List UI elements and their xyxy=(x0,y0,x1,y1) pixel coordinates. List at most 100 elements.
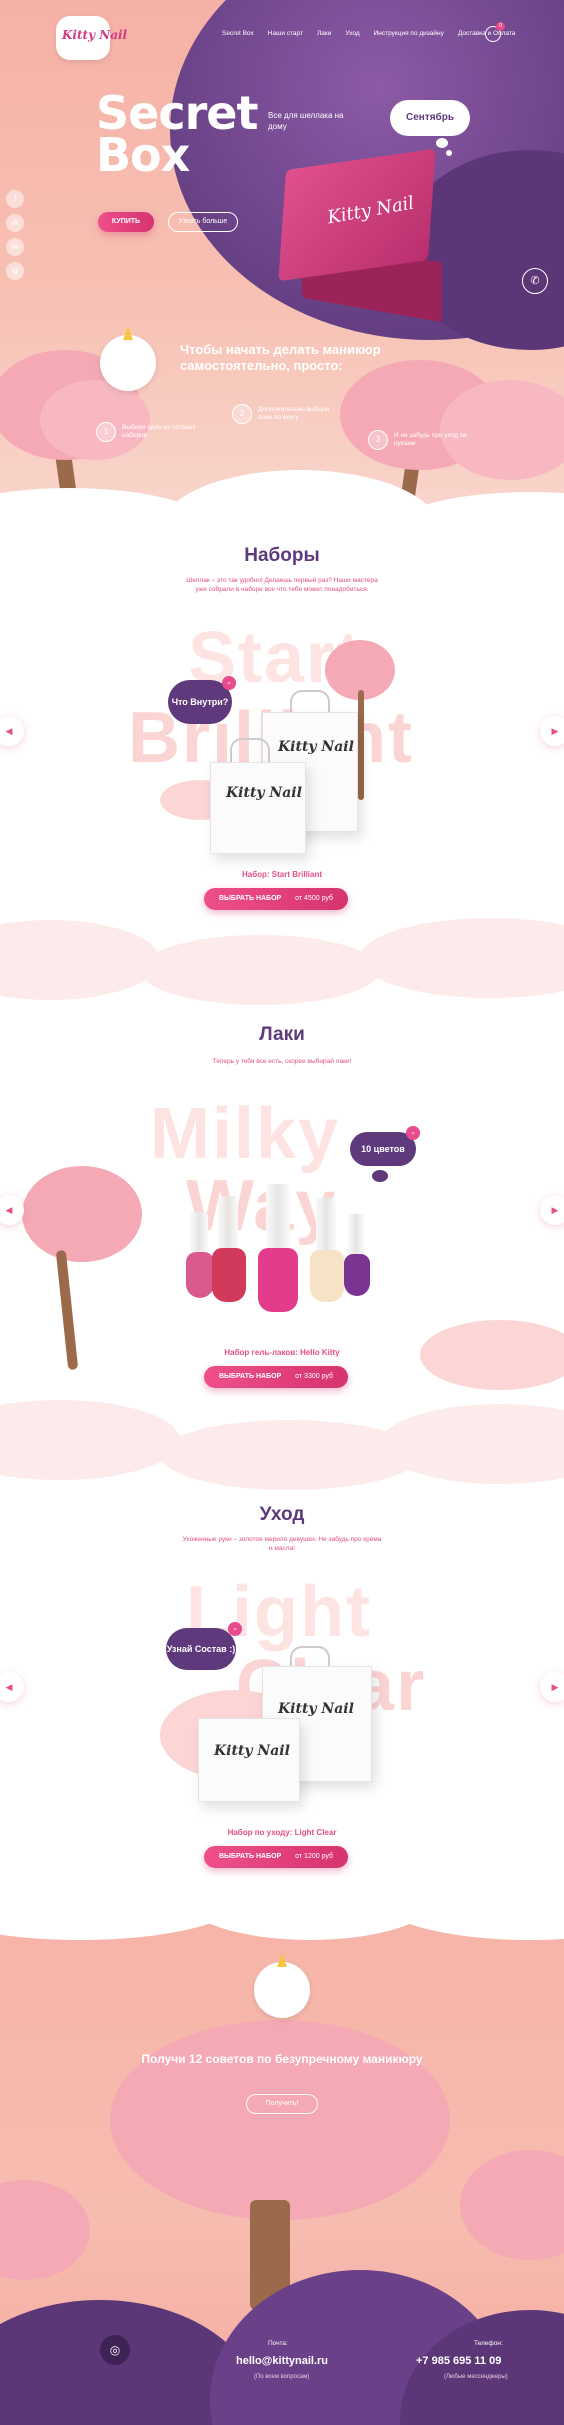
care-title: Уход xyxy=(259,1504,305,1525)
big-tree-foliage xyxy=(110,2020,450,2220)
nail-polish-bottle xyxy=(310,1250,344,1302)
bag-logo: Kitty Nail xyxy=(278,739,354,755)
bottle-cap xyxy=(190,1212,208,1256)
promo-title: Получи 12 советов по безупречному маникю… xyxy=(141,2052,423,2066)
cart-badge: 0 xyxy=(496,22,505,31)
vk-icon[interactable]: vk xyxy=(6,214,24,232)
nav-item-instruction[interactable]: Инструкция по дизайну xyxy=(374,30,444,37)
gift-bag-front xyxy=(210,762,306,854)
pale-cloud xyxy=(140,935,380,1005)
step-3: 3 И не забудь про уход за руками xyxy=(368,430,474,450)
tree-foliage xyxy=(460,2150,564,2260)
instagram-icon[interactable]: ◎ xyxy=(100,2335,130,2365)
cloud-dot xyxy=(446,150,452,156)
wave xyxy=(160,470,440,520)
phone-icon[interactable]: ✆ xyxy=(522,268,548,294)
phone-link[interactable]: +7 985 695 11 09 xyxy=(416,2355,501,2367)
lacquers-bg-word-1: Milky xyxy=(150,1094,341,1174)
bag-handle xyxy=(230,738,270,764)
ingredients-bubble[interactable]: Узнай Состав :) xyxy=(166,1628,236,1670)
hero-title: Secret Box xyxy=(96,90,258,182)
next-arrow-icon[interactable]: ▶ xyxy=(540,716,564,746)
prev-arrow-icon[interactable]: ◀ xyxy=(0,1672,24,1702)
pale-cloud xyxy=(0,920,160,1000)
step-text: Выбери один из готовых наборов xyxy=(122,424,196,439)
choose-care-price: от 1200 руб xyxy=(295,1853,333,1860)
nav-item-lacquers[interactable]: Лаки xyxy=(317,30,331,37)
care-description: Ухоженные руки – золотое мерило девушки.… xyxy=(182,1536,382,1552)
unicorn-horn-icon xyxy=(277,1953,287,1967)
tree-foliage xyxy=(22,1166,142,1262)
step-1: 1 Выбери один из готовых наборов xyxy=(96,422,202,442)
pale-cloud xyxy=(160,1420,420,1490)
choose-set-label: ВЫБРАТЬ НАБОР xyxy=(219,895,282,902)
kitty-avatar xyxy=(100,335,156,391)
choose-lacquers-label: ВЫБРАТЬ НАБОР xyxy=(219,1373,282,1380)
instagram-icon[interactable]: ig xyxy=(6,262,24,280)
secret-box-image: Kitty Nail xyxy=(272,148,462,330)
pink-cloud xyxy=(420,1320,564,1390)
chevron-down-icon[interactable]: ⌄ xyxy=(222,676,236,690)
bottle-cap xyxy=(218,1196,238,1252)
bottle-cap xyxy=(266,1184,290,1252)
month-cloud: Сентябрь xyxy=(390,100,470,136)
bottle-cap xyxy=(348,1214,364,1256)
step-text: Дополнительно выбери лаки по вкусу xyxy=(258,406,330,421)
page: Kitty Nail Secret Box Наши старт Лаки Ух… xyxy=(0,0,564,2425)
colors-bubble[interactable]: 10 цветов xyxy=(350,1132,416,1166)
nail-polish-bottle xyxy=(186,1252,214,1298)
care-caption: Набор по уходу: Light Clear xyxy=(227,1828,337,1837)
choose-set-price: от 4500 руб xyxy=(295,895,333,902)
chevron-down-icon[interactable]: ⌄ xyxy=(228,1622,242,1636)
mail-link[interactable]: hello@kittynail.ru xyxy=(236,2355,328,2367)
bag-logo: Kitty Nail xyxy=(226,785,302,801)
prev-arrow-icon[interactable]: ◀ xyxy=(0,716,24,746)
lacquers-bg-word-2: Way xyxy=(186,1166,338,1246)
logo-text[interactable]: Kitty Nail xyxy=(62,28,127,42)
choose-care-label: ВЫБРАТЬ НАБОР xyxy=(219,1853,282,1860)
tree-foliage xyxy=(40,380,150,460)
sets-caption: Набор: Start Brilliant xyxy=(241,870,323,879)
pale-cloud xyxy=(360,918,564,998)
choose-set-button[interactable]: ВЫБРАТЬ НАБОР от 4500 руб xyxy=(204,888,348,910)
nail-polish-bottle xyxy=(344,1254,370,1296)
hero-title-line-2: Box xyxy=(96,128,190,182)
mail-label: Почта: xyxy=(268,2340,288,2347)
bubble-dot xyxy=(372,1170,388,1182)
twitter-icon[interactable]: tw xyxy=(6,238,24,256)
nail-polish-bottle xyxy=(212,1248,246,1302)
buy-button[interactable]: КУПИТЬ xyxy=(98,212,154,232)
wave xyxy=(380,1900,564,1940)
tree-foliage xyxy=(0,2180,90,2280)
step-2: 2 Дополнительно выбери лаки по вкусу xyxy=(232,404,338,424)
nav-item-start[interactable]: Наши старт xyxy=(268,30,303,37)
phone-note: (Любые мессенджеры) xyxy=(444,2374,508,2380)
choose-care-button[interactable]: ВЫБРАТЬ НАБОР от 1200 руб xyxy=(204,1846,348,1868)
bottle-cap xyxy=(316,1198,336,1254)
next-arrow-icon[interactable]: ▶ xyxy=(540,1195,564,1225)
nav-item-secret-box[interactable]: Secret Box xyxy=(222,30,254,37)
bag-logo: Kitty Nail xyxy=(278,1701,354,1717)
lacquers-description: Теперь у тебя все есть, скорее выбирай л… xyxy=(212,1058,352,1065)
hero-subtitle: Все для шеллака на дому xyxy=(268,111,344,131)
facebook-icon[interactable]: f xyxy=(6,190,24,208)
step-number: 2 xyxy=(232,404,252,424)
unicorn-horn-icon xyxy=(123,326,133,340)
choose-lacquers-button[interactable]: ВЫБРАТЬ НАБОР от 3300 руб xyxy=(204,1366,348,1388)
top-nav: Secret Box Наши старт Лаки Уход Инструкц… xyxy=(222,30,515,37)
next-arrow-icon[interactable]: ▶ xyxy=(540,1672,564,1702)
hero-section: Kitty Nail Secret Box Наши старт Лаки Ух… xyxy=(0,0,564,520)
nav-item-care[interactable]: Уход xyxy=(345,30,359,37)
sets-title: Наборы xyxy=(244,545,320,566)
box-logo: Kitty Nail xyxy=(214,1743,290,1759)
step-number: 3 xyxy=(368,430,388,450)
phone-label: Телефон: xyxy=(474,2340,503,2347)
prev-arrow-icon[interactable]: ◀ xyxy=(0,1195,24,1225)
learn-more-button[interactable]: Узнать больше xyxy=(168,212,238,232)
get-tips-button[interactable]: Получить! xyxy=(246,2094,318,2114)
pale-cloud xyxy=(0,1400,180,1480)
nail-polish-bottle xyxy=(258,1248,298,1312)
pale-cloud xyxy=(380,1404,564,1484)
chevron-down-icon[interactable]: ⌄ xyxy=(406,1126,420,1140)
choose-lacquers-price: от 3300 руб xyxy=(295,1373,333,1380)
